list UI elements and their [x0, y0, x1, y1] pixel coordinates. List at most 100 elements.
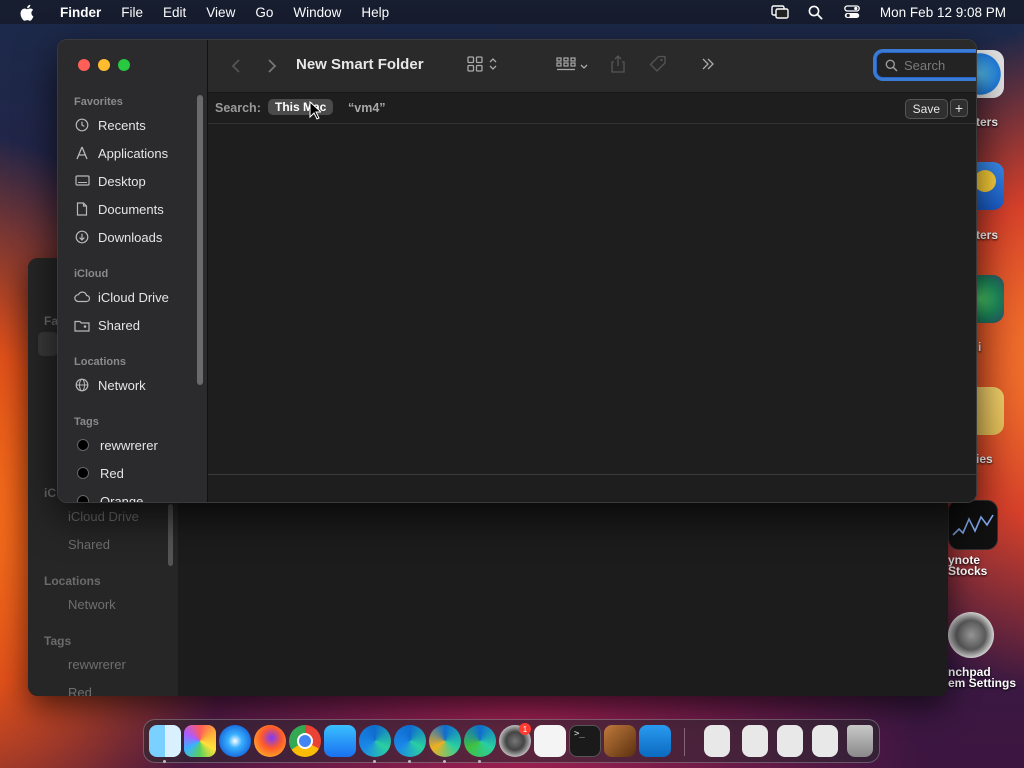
search-field[interactable]: [876, 52, 976, 78]
sidebar-item-documents[interactable]: Documents: [74, 198, 164, 220]
tag-icon: [649, 55, 667, 78]
sidebar: Favorites Recents Applications Desktop D…: [58, 40, 208, 502]
sidebar-item-recents[interactable]: Recents: [74, 114, 146, 136]
document-icon[interactable]: [742, 725, 768, 757]
background-sidebar-item[interactable]: rewwrerer: [68, 657, 126, 672]
running-indicator: [408, 760, 411, 763]
sidebar-item-icloud-drive[interactable]: iCloud Drive: [74, 286, 169, 308]
forward-button[interactable]: [262, 54, 282, 78]
sidebar-item-downloads[interactable]: Downloads: [74, 226, 162, 248]
spotlight-search-icon[interactable]: [805, 3, 827, 21]
more-toolbar-button[interactable]: [698, 54, 718, 78]
menu-view[interactable]: View: [196, 5, 245, 20]
scope-folder-button[interactable]: “vm4”: [348, 101, 386, 115]
sidebar-tag-orange[interactable]: Orange: [74, 490, 143, 502]
apple-menu-icon[interactable]: [18, 3, 36, 21]
sidebar-item-label: Network: [98, 377, 146, 393]
sidebar-item-applications[interactable]: Applications: [74, 142, 168, 164]
finder-icon[interactable]: [149, 725, 181, 757]
search-icon: [885, 59, 898, 72]
search-scope-label: Search:: [215, 101, 261, 115]
shared-folder-icon: [74, 317, 90, 333]
group-button[interactable]: [552, 54, 592, 78]
search-input[interactable]: [902, 56, 976, 74]
add-criteria-button[interactable]: +: [950, 99, 968, 117]
textedit-icon[interactable]: [534, 725, 566, 757]
close-button[interactable]: [78, 59, 90, 71]
menu-clock[interactable]: Mon Feb 12 9:08 PM: [880, 5, 1006, 20]
menu-help[interactable]: Help: [351, 5, 399, 20]
screen-mirroring-icon[interactable]: [769, 3, 791, 21]
trash-icon[interactable]: [847, 725, 873, 757]
mouse-cursor-icon: [309, 100, 323, 125]
desktop-label: em Settings: [948, 676, 1017, 690]
share-button[interactable]: [608, 54, 628, 78]
sidebar-tag-rewwrerer[interactable]: rewwrerer: [74, 434, 158, 456]
back-button[interactable]: [226, 54, 246, 78]
desktop-label: ies: [976, 452, 993, 466]
running-indicator: [443, 760, 446, 763]
view-grid-button[interactable]: [464, 54, 500, 78]
sidebar-section-favorites: Favorites: [74, 96, 123, 108]
background-sidebar-item[interactable]: Red: [68, 685, 92, 696]
garageband-icon[interactable]: [604, 725, 636, 757]
sidebar-tag-red[interactable]: Red: [74, 462, 124, 484]
sidebar-section-icloud: iCloud: [74, 268, 109, 280]
edge-icon[interactable]: [359, 725, 391, 757]
sidebar-item-label: Red: [100, 465, 124, 481]
finder-window[interactable]: Favorites Recents Applications Desktop D…: [57, 39, 977, 503]
sidebar-item-desktop[interactable]: Desktop: [74, 170, 146, 192]
scope-this-mac-button[interactable]: This Mac: [268, 99, 334, 115]
edge-dev-icon[interactable]: [464, 725, 496, 757]
stocks-desktop-icon[interactable]: [948, 500, 998, 550]
results-area[interactable]: [208, 124, 976, 502]
sidebar-scrollbar[interactable]: [197, 95, 203, 385]
dock-separator: [684, 728, 685, 756]
menu-go[interactable]: Go: [245, 5, 283, 20]
sidebar-item-label: Recents: [98, 117, 146, 133]
vscode-icon[interactable]: [639, 725, 671, 757]
app-store-icon[interactable]: [324, 725, 356, 757]
background-sidebar-item[interactable]: Shared: [68, 537, 110, 552]
share-icon: [611, 54, 625, 78]
firefox-icon[interactable]: [254, 725, 286, 757]
menu-window[interactable]: Window: [283, 5, 351, 20]
sidebar-item-network[interactable]: Network: [74, 374, 146, 396]
save-search-button[interactable]: Save: [904, 99, 948, 119]
edge-canary-icon[interactable]: [429, 725, 461, 757]
background-sidebar-item[interactable]: Network: [68, 597, 116, 612]
group-grid-icon: [556, 56, 576, 76]
terminal-icon[interactable]: >_: [569, 725, 601, 757]
document-icon[interactable]: [704, 725, 730, 757]
sidebar-item-shared[interactable]: Shared: [74, 314, 140, 336]
sidebar-item-label: Downloads: [98, 229, 163, 245]
cloud-icon: [74, 289, 90, 305]
chevron-down-icon: [580, 57, 588, 75]
safari-icon[interactable]: [219, 725, 251, 757]
search-scope-bar: Search: This Mac “vm4” Save +: [208, 93, 976, 124]
menu-finder[interactable]: Finder: [50, 5, 111, 20]
dock: 1 >_: [143, 719, 880, 763]
control-center-icon[interactable]: [841, 3, 863, 21]
window-controls: [78, 59, 138, 71]
sidebar-item-label: iCloud Drive: [98, 289, 169, 305]
minimize-button[interactable]: [98, 59, 110, 71]
background-section: iC: [44, 486, 56, 500]
menu-file[interactable]: File: [111, 5, 153, 20]
tag-button[interactable]: [646, 54, 670, 78]
clock-icon: [74, 117, 90, 133]
document-icon[interactable]: [777, 725, 803, 757]
notification-badge: 1: [519, 723, 531, 735]
launchpad-icon[interactable]: [184, 725, 216, 757]
desktop-label: ters: [976, 115, 999, 129]
menu-edit[interactable]: Edit: [153, 5, 196, 20]
sidebar-item-label: rewwrerer: [100, 437, 158, 453]
desktop-label: ters: [976, 228, 999, 242]
background-scrollbar[interactable]: [168, 504, 173, 566]
background-sidebar-item[interactable]: iCloud Drive: [68, 509, 139, 524]
system-settings-desktop-icon[interactable]: [948, 612, 994, 658]
document-icon[interactable]: [812, 725, 838, 757]
edge-beta-icon[interactable]: [394, 725, 426, 757]
zoom-button[interactable]: [118, 59, 130, 71]
running-indicator: [163, 760, 166, 763]
